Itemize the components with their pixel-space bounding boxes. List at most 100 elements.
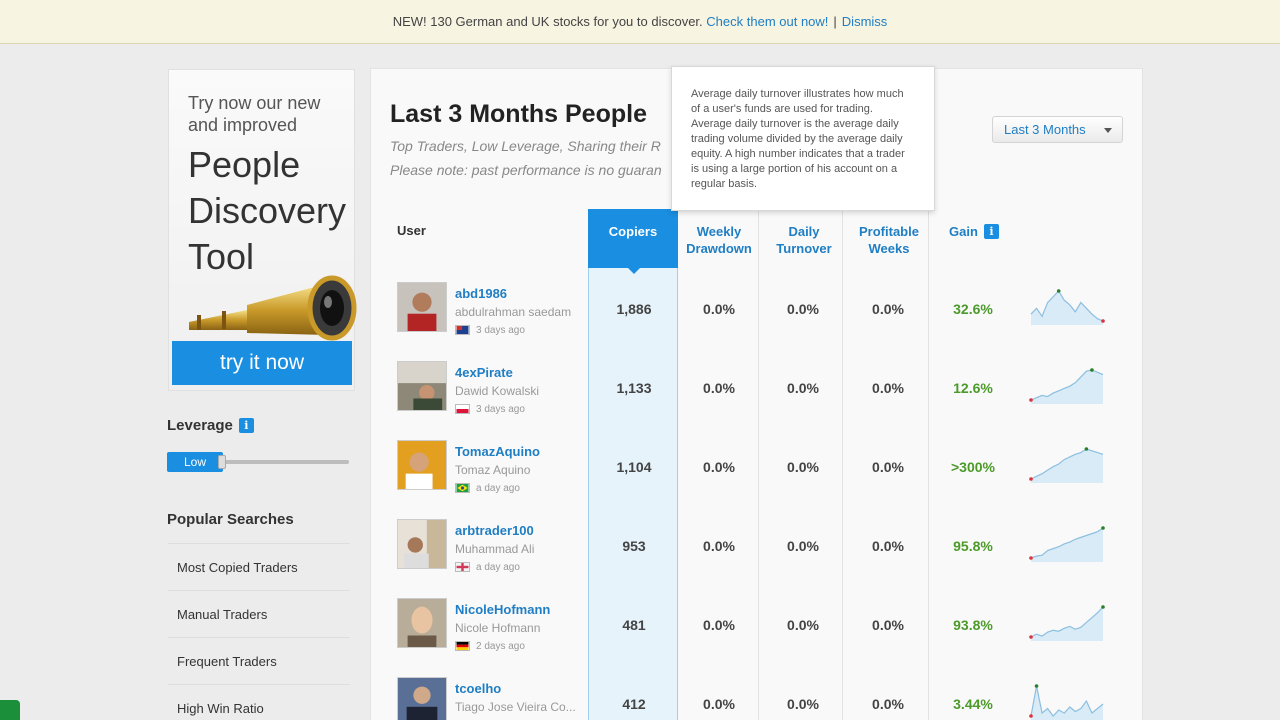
popular-search-item[interactable]: Manual Traders [168,590,350,637]
copiers-value: 412 [622,696,646,712]
daily-turnover-value: 0.0% [787,301,819,317]
flag-icon-brazil [455,483,470,493]
feedback-tab[interactable] [0,700,20,720]
period-dropdown[interactable]: Last 3 Months [992,116,1123,143]
profitable-weeks-value: 0.0% [872,696,904,712]
gain-sparkline [1029,368,1104,404]
avatar[interactable] [397,519,447,569]
gain-info-icon[interactable]: i [983,224,999,239]
last-active: a day ago [476,483,520,494]
avatar[interactable] [397,440,447,490]
flag-icon-germany [455,641,470,651]
sort-indicator-icon [628,268,640,274]
banner-text: NEW! 130 German and UK stocks for you to… [392,14,703,29]
trader-row[interactable]: 4exPirate Dawid Kowalski 3 days ago 1,13… [371,361,1142,440]
sparkline-high-point [1084,447,1089,451]
profitable-weeks-value: 0.0% [872,380,904,396]
profitable-weeks-value: 0.0% [872,538,904,554]
trader-row[interactable]: tcoelho Tiago Jose Vieira Co... 412 0.0%… [371,677,1142,720]
sparkline-high-point [1056,289,1061,293]
gain-value: 12.6% [953,380,993,396]
leverage-slider-value: Low [167,452,223,472]
dismiss-link[interactable]: Dismiss [842,14,888,29]
weekly-drawdown-value: 0.0% [703,696,735,712]
page-title: Last 3 Months People [390,100,647,128]
trader-row[interactable]: abd1986 abdulrahman saedam 3 days ago 1,… [371,282,1142,361]
copiers-value: 481 [622,617,646,633]
trader-username[interactable]: tcoelho [455,681,501,696]
daily-turnover-value: 0.0% [787,538,819,554]
period-dropdown-value: Last 3 Months [1004,122,1086,137]
weekly-drawdown-value: 0.0% [703,538,735,554]
promo-big-text: People Discovery Tool [188,144,347,277]
profitable-weeks-value: 0.0% [872,617,904,633]
popular-search-item[interactable]: Most Copied Traders [168,543,350,590]
popular-searches-title: Popular Searches [167,511,294,528]
flag-icon-australia [455,325,470,335]
banner-link[interactable]: Check them out now! [706,14,828,29]
profitable-weeks-value: 0.0% [872,301,904,317]
popular-search-item[interactable]: Frequent Traders [168,637,350,684]
trader-username[interactable]: arbtrader100 [455,523,534,538]
sparkline-low-point [1029,556,1033,560]
gain-value: 95.8% [953,538,993,554]
chevron-down-icon [1104,128,1112,133]
avatar[interactable] [397,282,447,332]
last-active: 3 days ago [476,404,525,415]
sparkline-low-point [1101,319,1105,323]
daily-turnover-value: 0.0% [787,459,819,475]
sparkline-high-point [1090,368,1094,372]
sparkline-low-point [1029,714,1033,718]
trader-realname: Muhammad Ali [455,542,535,556]
weekly-drawdown-value: 0.0% [703,301,735,317]
daily-turnover-value: 0.0% [787,380,819,396]
profitable-weeks-value: 0.0% [872,459,904,475]
avatar[interactable] [397,677,447,720]
weekly-drawdown-value: 0.0% [703,459,735,475]
leverage-slider-handle[interactable] [218,455,226,469]
sparkline-high-point [1101,526,1105,530]
trader-username[interactable]: TomazAquino [455,444,540,459]
gain-sparkline [1030,289,1105,325]
trader-realname: Nicole Hofmann [455,621,541,635]
banner-separator: | [833,14,837,29]
copiers-value: 1,133 [616,380,652,396]
column-header-profitable-weeks[interactable]: Profitable Weeks [850,223,928,257]
trader-username[interactable]: abd1986 [455,286,507,301]
avatar[interactable] [397,598,447,648]
last-active: 2 days ago [476,641,525,652]
people-discovery-promo[interactable]: Try now our new and improved People Disc… [168,69,357,391]
gain-value: 93.8% [953,617,993,633]
sparkline-area [1031,449,1103,483]
leverage-info-icon[interactable]: i [238,418,254,433]
copiers-value: 1,104 [616,459,652,475]
gain-value: 3.44% [953,696,993,712]
try-it-now-button[interactable]: try it now [172,341,352,385]
copiers-value: 1,886 [616,301,652,317]
trader-username[interactable]: 4exPirate [455,365,513,380]
column-header-weekly-drawdown[interactable]: Weekly Drawdown [680,223,758,257]
trader-realname: Tiago Jose Vieira Co... [455,700,576,714]
daily-turnover-value: 0.0% [787,696,819,712]
column-header-gain[interactable]: Gain i [949,223,1009,240]
copiers-header-label: Copiers [608,224,658,239]
trader-row[interactable]: NicoleHofmann Nicole Hofmann 2 days ago … [371,598,1142,677]
trader-realname: Tomaz Aquino [455,463,531,477]
sparkline-low-point [1029,477,1033,481]
gain-value: >300% [951,459,995,475]
column-header-daily-turnover[interactable]: Daily Turnover [766,223,842,257]
sparkline-low-point [1029,635,1033,639]
column-header-copiers[interactable]: Copiers [588,209,678,274]
flag-icon-poland [455,404,470,414]
gain-sparkline [1029,605,1105,641]
avatar[interactable] [397,361,447,411]
trader-username[interactable]: NicoleHofmann [455,602,550,617]
trader-row[interactable]: arbtrader100 Muhammad Ali a day ago 953 … [371,519,1142,598]
gain-sparkline [1029,526,1105,562]
disclaimer-note: Please note: past performance is no guar… [390,162,662,178]
flag-icon-uk [455,562,470,572]
leverage-label: Leverage [167,417,233,434]
popular-search-item[interactable]: High Win Ratio [168,684,350,720]
trader-row[interactable]: TomazAquino Tomaz Aquino a day ago 1,104… [371,440,1142,519]
promo-small-text: Try now our new and improved [188,93,321,135]
